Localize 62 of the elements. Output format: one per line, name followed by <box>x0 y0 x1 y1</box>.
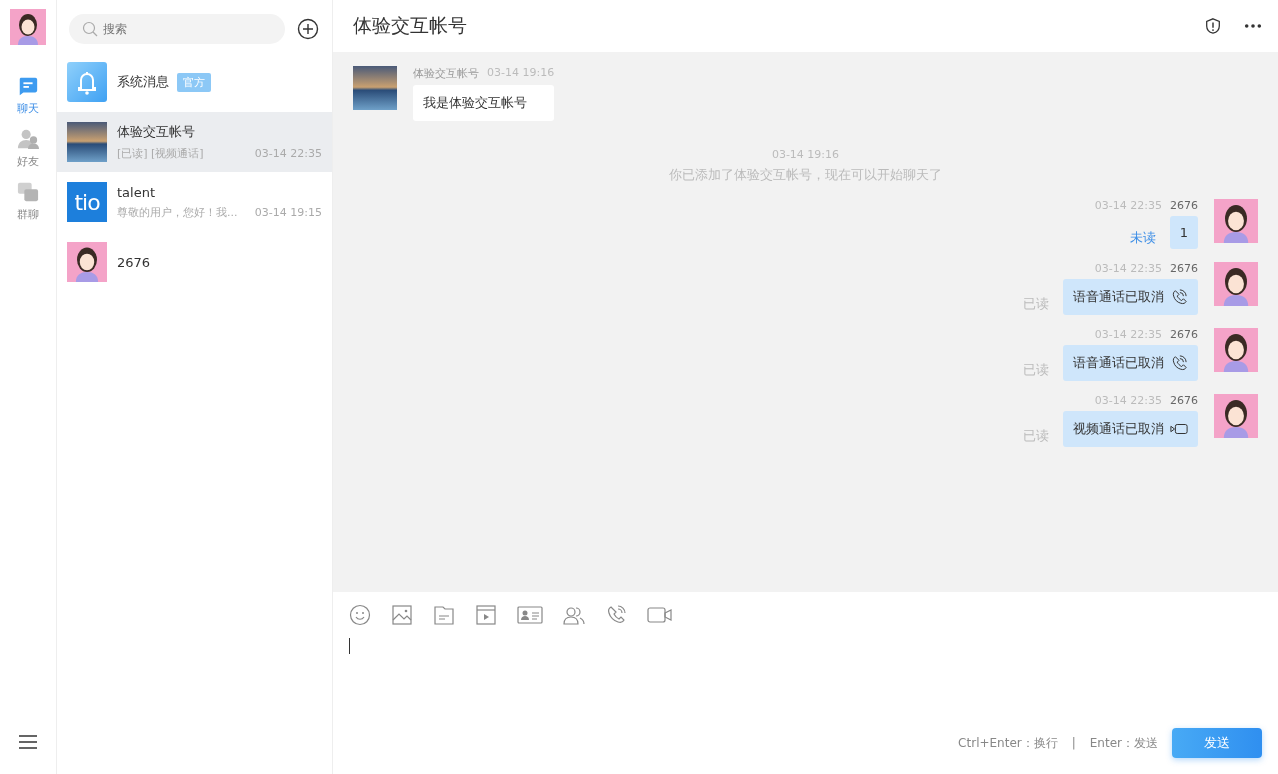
message-preview: 尊敬的用户，您好！我... <box>117 204 238 220</box>
nav-tab[interactable]: 好友 <box>17 128 39 169</box>
sender-name: 体验交互帐号 <box>413 66 479 81</box>
conversation-item[interactable]: tio talent 尊敬的用户，您好！我... 03-14 19:15 <box>57 172 332 232</box>
logo: tio <box>67 182 107 222</box>
shortcut-hint: Enter：发送 <box>1089 734 1158 752</box>
user-avatar <box>1214 199 1258 243</box>
conversation-name: 系统消息 <box>117 73 169 91</box>
conversation-name: 2676 <box>117 254 151 270</box>
nav-tab[interactable]: 群聊 <box>17 181 39 222</box>
conversation-item[interactable]: 体验交互帐号 [已读] [视频通话] 03-14 22:35 <box>57 112 332 172</box>
user-avatar <box>1214 394 1258 438</box>
phone-icon[interactable] <box>605 604 627 626</box>
sender-name: 2676 <box>1170 328 1198 341</box>
add-icon[interactable] <box>297 18 319 40</box>
more-icon[interactable] <box>1244 23 1262 29</box>
bell-icon <box>67 62 107 102</box>
file-icon[interactable] <box>433 604 455 626</box>
user-avatar <box>67 242 107 282</box>
group-icon[interactable] <box>563 604 585 626</box>
video-camera-icon[interactable] <box>647 605 673 625</box>
search-icon <box>82 21 98 37</box>
conversation-time: 03-14 19:15 <box>254 205 322 219</box>
user-avatar <box>1214 328 1258 372</box>
contact-card-icon[interactable] <box>517 605 543 625</box>
nav-tab[interactable]: 聊天 <box>17 75 39 116</box>
conversation-item[interactable]: 系统消息 官方 <box>57 52 332 112</box>
chat-bubbles-icon <box>17 181 39 203</box>
menu-icon[interactable] <box>18 734 38 750</box>
video-camera-icon <box>1170 421 1188 437</box>
shortcut-hint: Ctrl+Enter：换行 <box>958 734 1058 752</box>
sender-name: 2676 <box>1170 262 1198 275</box>
conversation-time: 03-14 22:35 <box>254 147 322 160</box>
conversation-name: 体验交互帐号 <box>117 123 195 141</box>
read-status: 未读 <box>1129 229 1156 247</box>
video-file-icon[interactable] <box>475 604 497 626</box>
message-bubble: 语音通话已取消 <box>1063 279 1198 315</box>
people-icon <box>17 128 39 150</box>
shortcut-hint: | <box>1071 736 1076 750</box>
message-bubble: 语音通话已取消 <box>1063 345 1198 381</box>
conversation-name: talent <box>117 184 155 200</box>
search-field[interactable]: 搜索 <box>69 14 285 44</box>
message-bubble: 我是体验交互帐号 <box>413 85 555 121</box>
emoji-icon[interactable] <box>349 604 371 626</box>
user-avatar <box>1214 262 1258 306</box>
image-icon[interactable] <box>391 604 413 626</box>
message-bubble: 视频通话已取消 <box>1063 411 1198 447</box>
sender-name: 2676 <box>1170 394 1198 407</box>
photo-placeholder <box>353 66 397 110</box>
shield-icon[interactable] <box>1204 17 1222 35</box>
chat-title: 体验交互帐号 <box>353 13 468 38</box>
conversation-item[interactable]: 2676 <box>57 232 332 292</box>
sender-name: 2676 <box>1170 199 1198 212</box>
message-bubble: 1 <box>1169 216 1198 249</box>
chat-bubble-icon <box>17 75 39 97</box>
photo-placeholder <box>67 122 107 162</box>
official-badge: 官方 <box>177 72 211 92</box>
phone-icon <box>1170 355 1188 371</box>
user-avatar[interactable] <box>10 9 46 45</box>
phone-icon <box>1170 289 1188 305</box>
text-cursor <box>349 638 350 654</box>
message-preview: [已读] [视频通话] <box>117 146 204 161</box>
